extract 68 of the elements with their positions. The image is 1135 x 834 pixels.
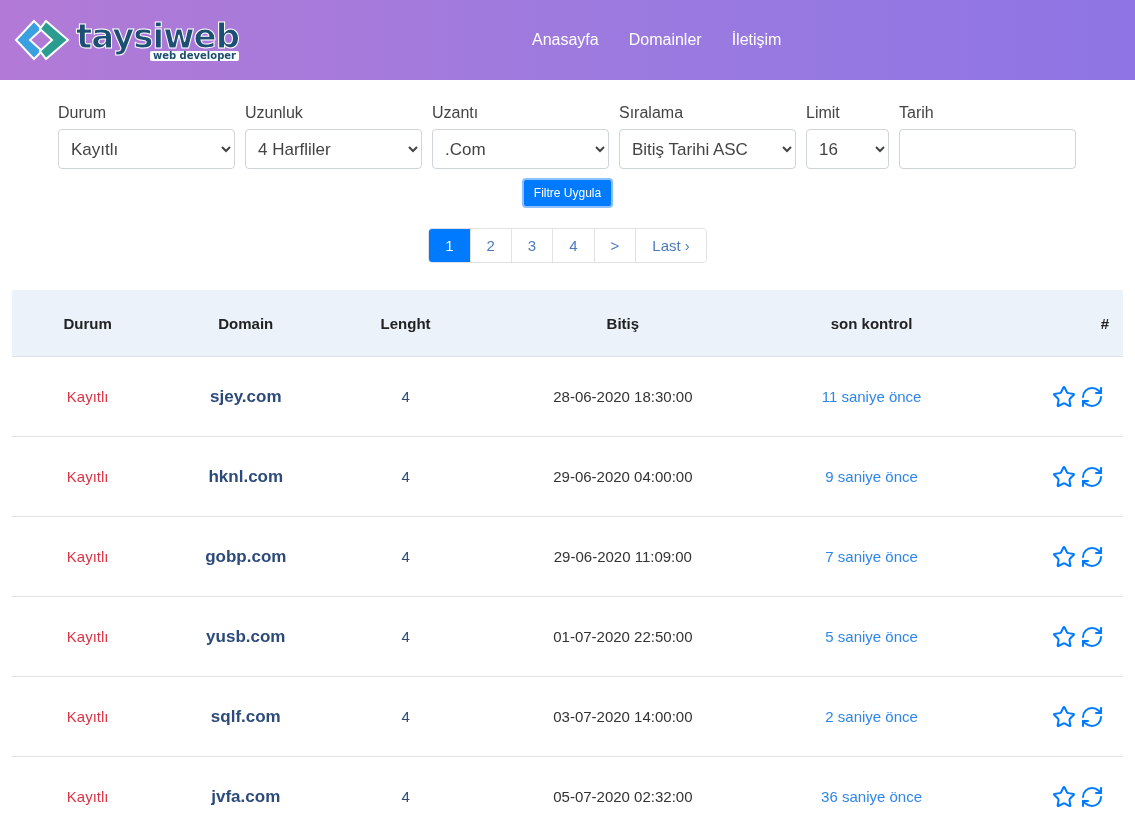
refresh-icon[interactable] xyxy=(1080,464,1104,489)
page-link[interactable]: Last › xyxy=(635,229,706,262)
column-header: son kontrol xyxy=(762,290,981,357)
expiry-cell: 28-06-2020 18:30:00 xyxy=(482,356,763,437)
expiry-cell: 05-07-2020 02:32:00 xyxy=(482,756,763,834)
nav-link[interactable]: İletişim xyxy=(731,31,782,49)
domain-cell: jvfa.com xyxy=(163,756,329,834)
star-icon[interactable] xyxy=(1052,784,1076,809)
field-label: Tarih xyxy=(899,104,935,122)
refresh-icon[interactable] xyxy=(1080,624,1104,649)
length-cell: 4 xyxy=(328,596,483,677)
length-cell: 4 xyxy=(328,356,483,437)
nav-link[interactable]: Anasayfa xyxy=(532,31,599,49)
column-header: Domain xyxy=(163,290,329,357)
status-cell: Kayıtlı xyxy=(12,676,164,757)
status-cell: Kayıtlı xyxy=(12,436,164,517)
star-icon[interactable] xyxy=(1052,544,1076,569)
page-link[interactable]: 1 xyxy=(429,229,470,262)
expiry-cell: 29-06-2020 04:00:00 xyxy=(482,436,763,517)
expiry-cell: 29-06-2020 11:09:00 xyxy=(482,516,763,597)
domain-cell: gobp.com xyxy=(163,516,329,597)
refresh-icon[interactable] xyxy=(1080,384,1104,409)
domain-cell: hknl.com xyxy=(163,436,329,517)
domain-cell: sjey.com xyxy=(163,356,329,437)
select-field[interactable]: Kayıtlı xyxy=(58,129,235,169)
apply-button[interactable]: Filtre Uygula xyxy=(521,178,614,208)
column-header: # xyxy=(980,290,1123,357)
select-field[interactable]: Bitiş Tarihi ASC xyxy=(619,129,796,169)
logo-icon xyxy=(12,17,72,63)
star-icon[interactable] xyxy=(1052,624,1076,649)
star-icon[interactable] xyxy=(1052,384,1076,409)
field-label: Uzantı xyxy=(432,104,480,122)
field-label: Uzunluk xyxy=(245,104,304,122)
input-field[interactable] xyxy=(899,129,1076,169)
column-header: Lenght xyxy=(328,290,483,357)
expiry-cell: 01-07-2020 22:50:00 xyxy=(482,596,763,677)
last-check-cell: 11 saniye önce xyxy=(762,356,981,437)
last-check-cell: 5 saniye önce xyxy=(762,596,981,677)
field-label: Sıralama xyxy=(619,104,685,122)
select-field[interactable]: .Com xyxy=(432,129,609,169)
select-field[interactable]: 16 xyxy=(806,129,889,169)
column-header: Durum xyxy=(12,290,164,357)
status-cell: Kayıtlı xyxy=(12,596,164,677)
status-cell: Kayıtlı xyxy=(12,516,164,597)
length-cell: 4 xyxy=(328,676,483,757)
last-check-cell: 2 saniye önce xyxy=(762,676,981,757)
star-icon[interactable] xyxy=(1052,704,1076,729)
field-label: Durum xyxy=(58,104,107,122)
length-cell: 4 xyxy=(328,516,483,597)
refresh-icon[interactable] xyxy=(1080,544,1104,569)
domain-cell: yusb.com xyxy=(163,596,329,677)
last-check-cell: 9 saniye önce xyxy=(762,436,981,517)
star-icon[interactable] xyxy=(1052,464,1076,489)
status-cell: Kayıtlı xyxy=(12,356,164,437)
last-check-cell: 7 saniye önce xyxy=(762,516,981,597)
field-label: Limit xyxy=(806,104,841,122)
status-cell: Kayıtlı xyxy=(12,756,164,834)
domain-cell: sqlf.com xyxy=(163,676,329,757)
last-check-cell: 36 saniye önce xyxy=(762,756,981,834)
logo-text: taysiweb xyxy=(76,19,239,53)
expiry-cell: 03-07-2020 14:00:00 xyxy=(482,676,763,757)
select-field[interactable]: 4 Harfliler xyxy=(245,129,422,169)
nav-link[interactable]: Domainler xyxy=(628,31,702,49)
refresh-icon[interactable] xyxy=(1080,704,1104,729)
column-header: Bitiş xyxy=(482,290,763,357)
refresh-icon[interactable] xyxy=(1080,784,1104,809)
length-cell: 4 xyxy=(328,756,483,834)
length-cell: 4 xyxy=(328,436,483,517)
